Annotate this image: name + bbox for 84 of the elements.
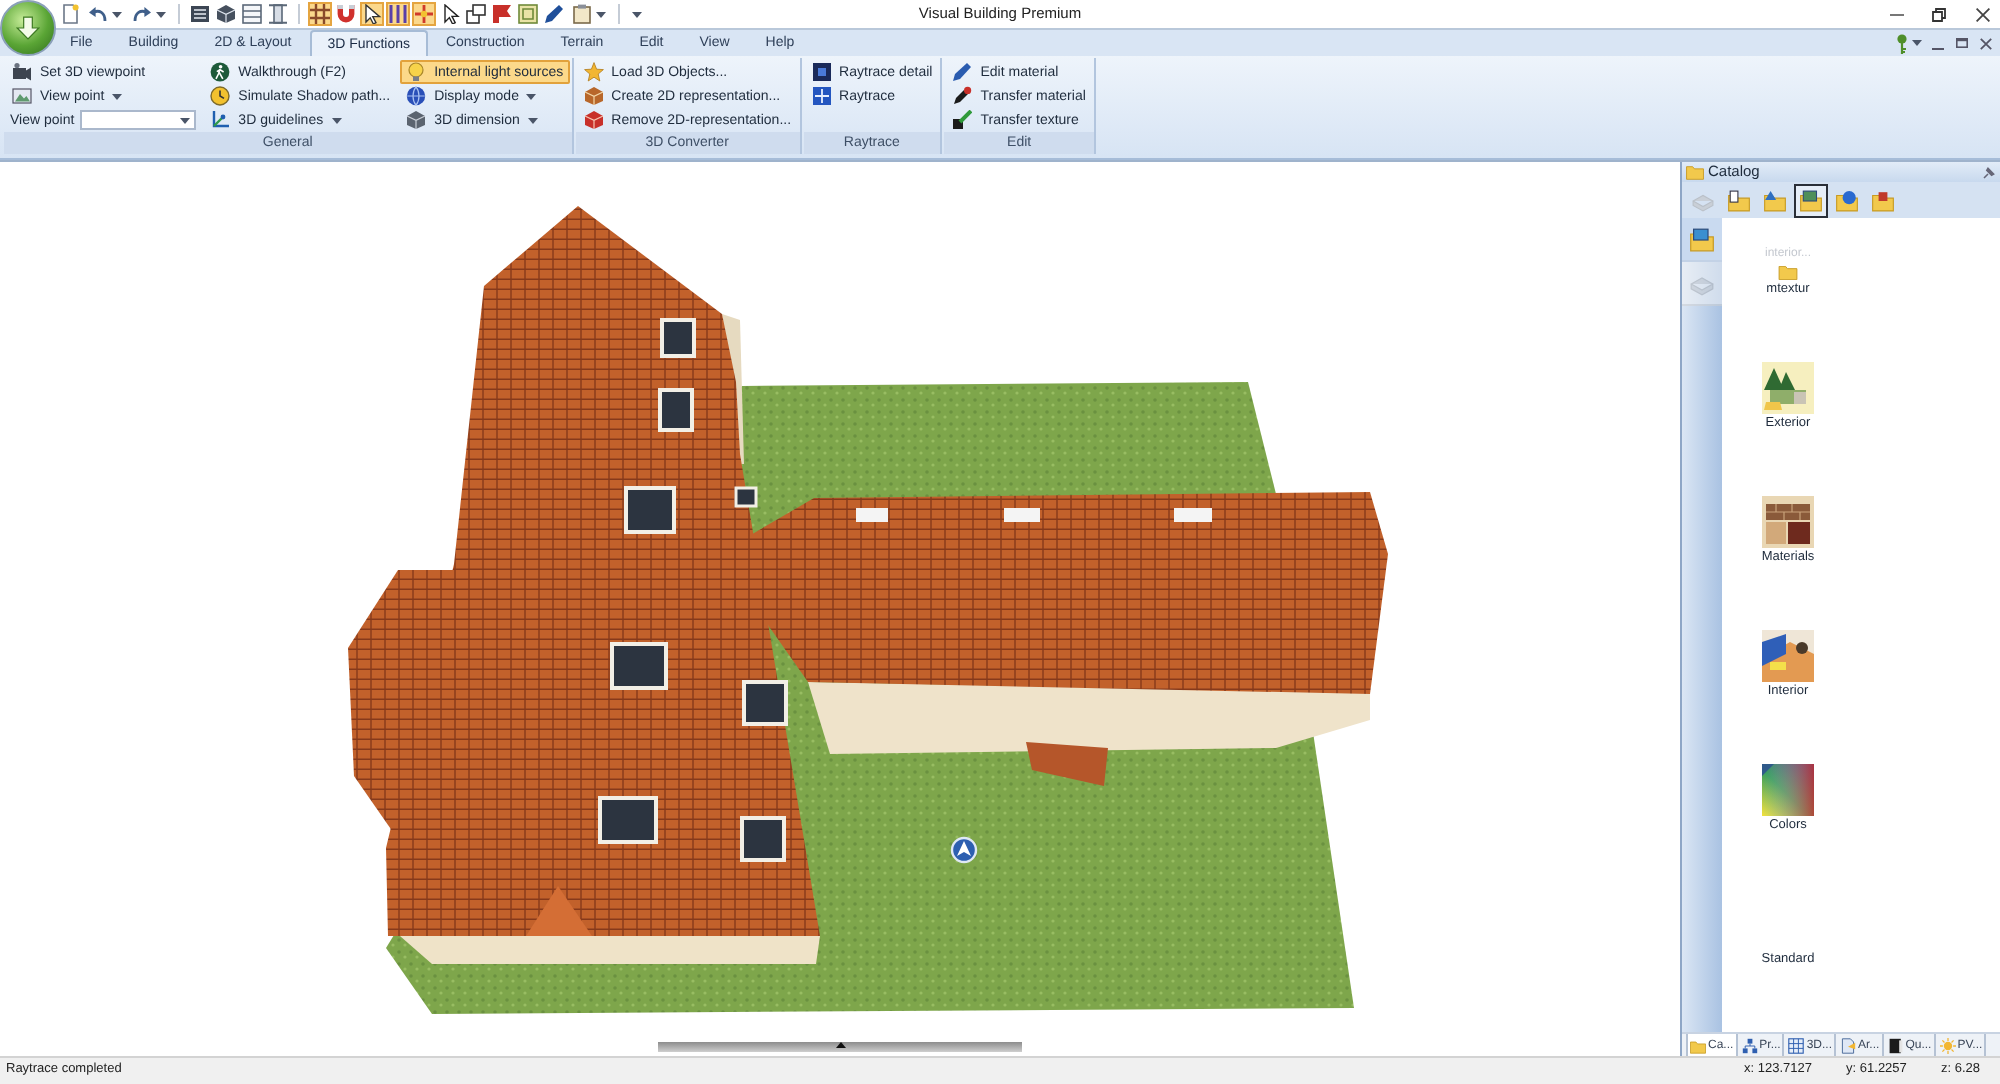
cube-icon — [406, 110, 427, 130]
toolbar-split-button[interactable] — [568, 2, 610, 26]
clock-icon — [210, 86, 231, 106]
toolbar-button[interactable] — [214, 2, 238, 26]
close-button[interactable] — [1972, 4, 1992, 24]
caret-icon — [180, 117, 191, 123]
crosshair-icon — [811, 86, 832, 106]
toolbar-button[interactable] — [360, 2, 384, 26]
toolbar-button[interactable] — [188, 2, 212, 26]
folder-picture-icon — [1800, 189, 1822, 211]
folder-icon — [1777, 265, 1798, 279]
magnet-icon — [336, 4, 356, 24]
flag-icon — [492, 4, 512, 24]
clipboard-icon — [572, 4, 592, 24]
cube-icon — [583, 86, 604, 106]
tray-icon — [1692, 189, 1714, 211]
column-icon — [268, 4, 288, 24]
pen-icon — [544, 4, 564, 24]
bricks-thumbnail-icon — [1762, 495, 1814, 547]
close-button[interactable] — [1980, 33, 1994, 53]
caret-icon — [156, 11, 166, 17]
folder-document-icon — [1728, 189, 1750, 211]
star-icon — [583, 62, 604, 82]
hatch-icon — [310, 4, 330, 24]
folder-box-icon — [1872, 189, 1894, 211]
restore-button[interactable] — [1956, 33, 1970, 53]
restore-icon — [1931, 7, 1945, 21]
undo-icon — [88, 4, 108, 24]
dropdown-field[interactable] — [80, 110, 197, 130]
caret-icon — [1912, 40, 1922, 46]
position-marker-icon — [950, 836, 978, 864]
restore-button[interactable] — [1930, 4, 1946, 24]
close-icon — [1975, 7, 1989, 21]
toolbar-button[interactable] — [438, 2, 462, 26]
striped-square-icon — [190, 4, 210, 24]
bars-icon — [388, 4, 408, 24]
pin-icon — [1981, 165, 1995, 179]
help-button[interactable] — [1896, 33, 1922, 53]
dropper-icon — [952, 110, 973, 130]
plan-icon — [518, 4, 538, 24]
pen-icon — [952, 62, 973, 82]
caret-icon — [631, 11, 641, 17]
caret-icon — [596, 11, 606, 17]
splitter-handle[interactable] — [658, 1042, 1022, 1052]
key-icon — [1896, 33, 1908, 53]
framed-square-icon — [811, 62, 832, 82]
folder-picture-icon — [1690, 227, 1714, 251]
hierarchy-icon — [1741, 1037, 1758, 1053]
room-thumbnail-icon — [1762, 629, 1814, 681]
catalog-tool-button[interactable] — [1794, 183, 1828, 217]
sun-icon — [1939, 1037, 1956, 1053]
caret-icon — [526, 93, 537, 99]
picture-icon — [12, 86, 32, 106]
cube-icon — [583, 110, 604, 130]
light-bulb-icon — [406, 62, 427, 82]
folder-shapes-icon — [1764, 189, 1786, 211]
down-arrow-icon — [16, 16, 40, 40]
caret-icon — [527, 117, 538, 123]
minimize-icon — [1932, 47, 1944, 49]
cube-icon — [216, 4, 236, 24]
redo-icon — [132, 4, 152, 24]
camera-icon — [12, 62, 32, 82]
folder-globe-icon — [1836, 189, 1858, 211]
document-icon — [1840, 1037, 1857, 1053]
toolbar-split-button[interactable] — [84, 2, 126, 26]
caret-icon — [331, 117, 342, 123]
minimize-icon — [1889, 13, 1903, 15]
caret-icon — [112, 93, 123, 99]
globe-icon — [406, 86, 427, 106]
toolbar-button[interactable] — [464, 2, 488, 26]
toolbar-button[interactable] — [542, 2, 566, 26]
color-gradient-icon — [1762, 763, 1814, 815]
pin-button[interactable] — [1980, 164, 1996, 180]
catalog-side-tab[interactable] — [1682, 218, 1722, 262]
walking-person-icon — [210, 62, 231, 82]
axes-icon — [210, 110, 231, 130]
crosshair-icon — [414, 4, 434, 24]
caret-icon — [112, 11, 122, 17]
trees-thumbnail-icon — [1762, 361, 1814, 413]
toolbar-split-button[interactable] — [128, 2, 170, 26]
close-icon — [1980, 37, 1992, 49]
triangle-icon — [835, 1042, 845, 1048]
dropper-icon — [952, 86, 973, 106]
restore-icon — [1956, 38, 1968, 48]
